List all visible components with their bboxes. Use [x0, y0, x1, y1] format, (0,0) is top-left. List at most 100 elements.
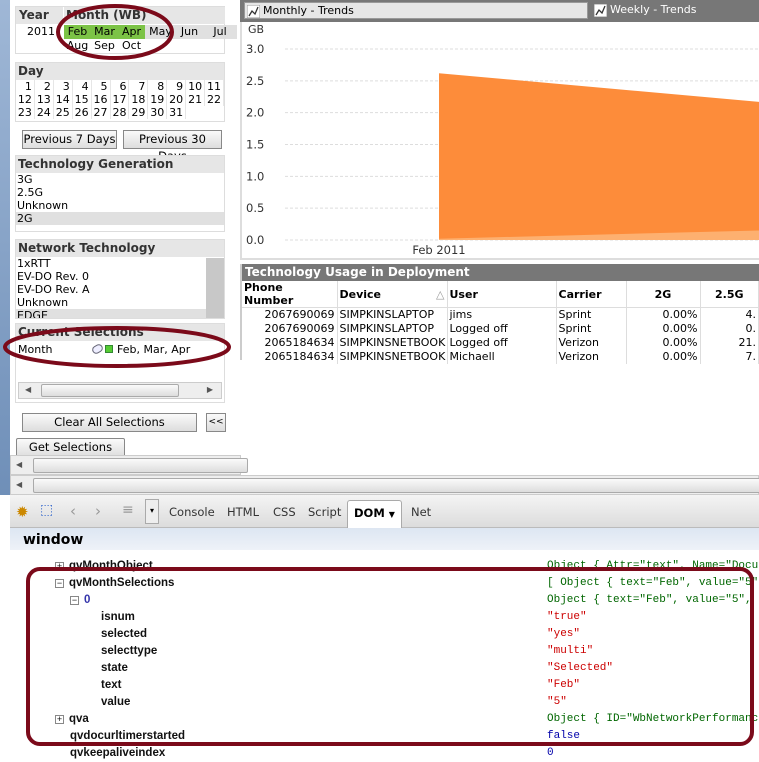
day-4[interactable]: 4 [73, 80, 92, 93]
tab-dom[interactable]: DOM ▼ [347, 500, 402, 528]
sort-icon[interactable]: △ [436, 288, 444, 301]
month-oct[interactable]: Oct [118, 39, 145, 53]
table-row[interactable]: 2067690069 SIMPKINSLAPTOP jims Sprint 0.00% 4… [242, 307, 759, 322]
previous-7-days-button[interactable]: Previous 7 Days [22, 130, 117, 149]
month-aug[interactable]: Aug [64, 39, 91, 53]
day-14[interactable]: 14 [54, 93, 73, 106]
day-6[interactable]: 6 [111, 80, 130, 93]
list-item[interactable]: 3G [16, 173, 224, 186]
column-header[interactable]: 2.5G [700, 281, 759, 308]
day-29[interactable]: 29 [129, 106, 149, 119]
day-30[interactable]: 30 [148, 106, 168, 119]
day-12[interactable]: 12 [16, 93, 35, 106]
day-8[interactable]: 8 [148, 80, 168, 93]
expand-icon[interactable]: + [55, 715, 64, 724]
dom-row-text[interactable]: text [101, 677, 121, 694]
dom-row-qva[interactable]: + qva [55, 711, 89, 728]
day-11[interactable]: 11 [205, 80, 224, 93]
tab-weekly-trends[interactable]: Weekly - Trends [592, 2, 759, 19]
month-may[interactable]: May [145, 25, 176, 39]
day-21[interactable]: 21 [186, 93, 206, 106]
eraser-icon[interactable] [90, 342, 105, 356]
list-item[interactable]: Unknown [16, 199, 224, 212]
collapse-icon[interactable]: − [55, 579, 64, 588]
expand-icon[interactable]: + [55, 562, 64, 571]
day-2[interactable]: 2 [35, 80, 54, 93]
month-jul[interactable]: Jul [203, 25, 237, 39]
column-header[interactable]: 2G [626, 281, 701, 308]
tab-script[interactable]: Script [308, 505, 341, 519]
list-item[interactable]: 2G [16, 212, 224, 225]
day-25[interactable]: 25 [54, 106, 73, 119]
dom-row-value[interactable]: value [101, 694, 130, 711]
list-item[interactable]: 1xRTT [16, 257, 206, 270]
day-10[interactable]: 10 [186, 80, 206, 93]
previous-30-days-button[interactable]: Previous 30 Days [123, 130, 222, 163]
day-17[interactable]: 17 [111, 93, 130, 106]
day-13[interactable]: 13 [35, 93, 54, 106]
tab-console[interactable]: Console [169, 505, 215, 519]
tab-css[interactable]: CSS [273, 505, 296, 519]
horizontal-scrollbar-1[interactable]: ◀ [10, 455, 248, 475]
scroll-thumb[interactable] [41, 384, 179, 397]
dom-row-selecttype[interactable]: selecttype [101, 643, 157, 660]
list-item[interactable]: 2.5G [16, 186, 224, 199]
day-23[interactable]: 23 [16, 106, 35, 119]
list-item[interactable]: EDGE [16, 309, 206, 318]
month-sep[interactable]: Sep [91, 39, 118, 53]
day-24[interactable]: 24 [35, 106, 54, 119]
list-item[interactable]: EV-DO Rev. 0 [16, 270, 206, 283]
tab-net[interactable]: Net [411, 505, 431, 519]
day-22[interactable]: 22 [205, 93, 224, 106]
day-28[interactable]: 28 [111, 106, 130, 119]
dropdown-arrow-icon[interactable]: ▼ [389, 510, 395, 519]
dom-row-0[interactable]: −0 [70, 592, 90, 609]
dom-row-state[interactable]: state [101, 660, 128, 677]
table-row[interactable]: 2065184634 SIMPKINSNETBOOK Logged off Veriz… [242, 336, 759, 350]
day-20[interactable]: 20 [167, 93, 187, 106]
day-5[interactable]: 5 [92, 80, 111, 93]
dom-row-qvkeepaliveindex[interactable]: qvkeepaliveindex [70, 745, 165, 762]
horizontal-scrollbar-2[interactable]: ◀ [10, 475, 759, 495]
panel-menu-button[interactable]: ▾ [145, 499, 159, 524]
scroll-thumb[interactable] [33, 478, 759, 493]
day-3[interactable]: 3 [54, 80, 73, 93]
column-header[interactable]: Phone Number [242, 281, 338, 308]
month-mar[interactable]: Mar [91, 25, 118, 39]
year-2011[interactable]: 2011 [18, 25, 58, 39]
dom-row-isnum[interactable]: isnum [101, 609, 135, 626]
month-apr[interactable]: Apr [118, 25, 145, 39]
day-27[interactable]: 27 [92, 106, 111, 119]
scroll-left-icon[interactable]: ◀ [16, 480, 22, 489]
day-16[interactable]: 16 [92, 93, 111, 106]
list-item[interactable]: EV-DO Rev. A [16, 283, 206, 296]
day-19[interactable]: 19 [148, 93, 168, 106]
list-icon[interactable]: ≡ [122, 502, 134, 518]
scroll-thumb[interactable] [33, 458, 248, 473]
day-9[interactable]: 9 [167, 80, 187, 93]
firebug-icon[interactable]: ✹ [16, 503, 29, 521]
scroll-left-icon[interactable]: ◀ [25, 385, 31, 394]
selections-scrollbar[interactable]: ◀ ▶ [18, 382, 222, 399]
scroll-left-icon[interactable]: ◀ [16, 460, 22, 469]
column-header[interactable]: Device △ [337, 281, 448, 308]
network-technology-scrollbar[interactable] [206, 258, 224, 318]
day-18[interactable]: 18 [129, 93, 149, 106]
day-1[interactable]: 1 [16, 80, 35, 93]
day-7[interactable]: 7 [129, 80, 149, 93]
column-header[interactable]: Carrier [556, 281, 627, 308]
day-31[interactable]: 31 [167, 106, 187, 119]
month-jun[interactable]: Jun [176, 25, 203, 39]
collapse-icon[interactable]: − [70, 596, 79, 605]
back-icon[interactable]: ‹ [70, 502, 76, 520]
dom-row-qvMonthObject[interactable]: + qvMonthObject [55, 558, 153, 575]
column-header[interactable]: User [447, 281, 557, 308]
scroll-right-icon[interactable]: ▶ [207, 385, 213, 394]
day-26[interactable]: 26 [73, 106, 92, 119]
list-item[interactable]: Unknown [16, 296, 206, 309]
collapse-button[interactable]: << [206, 413, 226, 432]
day-15[interactable]: 15 [73, 93, 92, 106]
dom-row-qvdocurltimerstarted[interactable]: qvdocurltimerstarted [70, 728, 185, 745]
clear-all-selections-button[interactable]: Clear All Selections [22, 413, 197, 432]
table-row[interactable]: 2067690069 SIMPKINSLAPTOP Logged off Sprint… [242, 322, 759, 336]
